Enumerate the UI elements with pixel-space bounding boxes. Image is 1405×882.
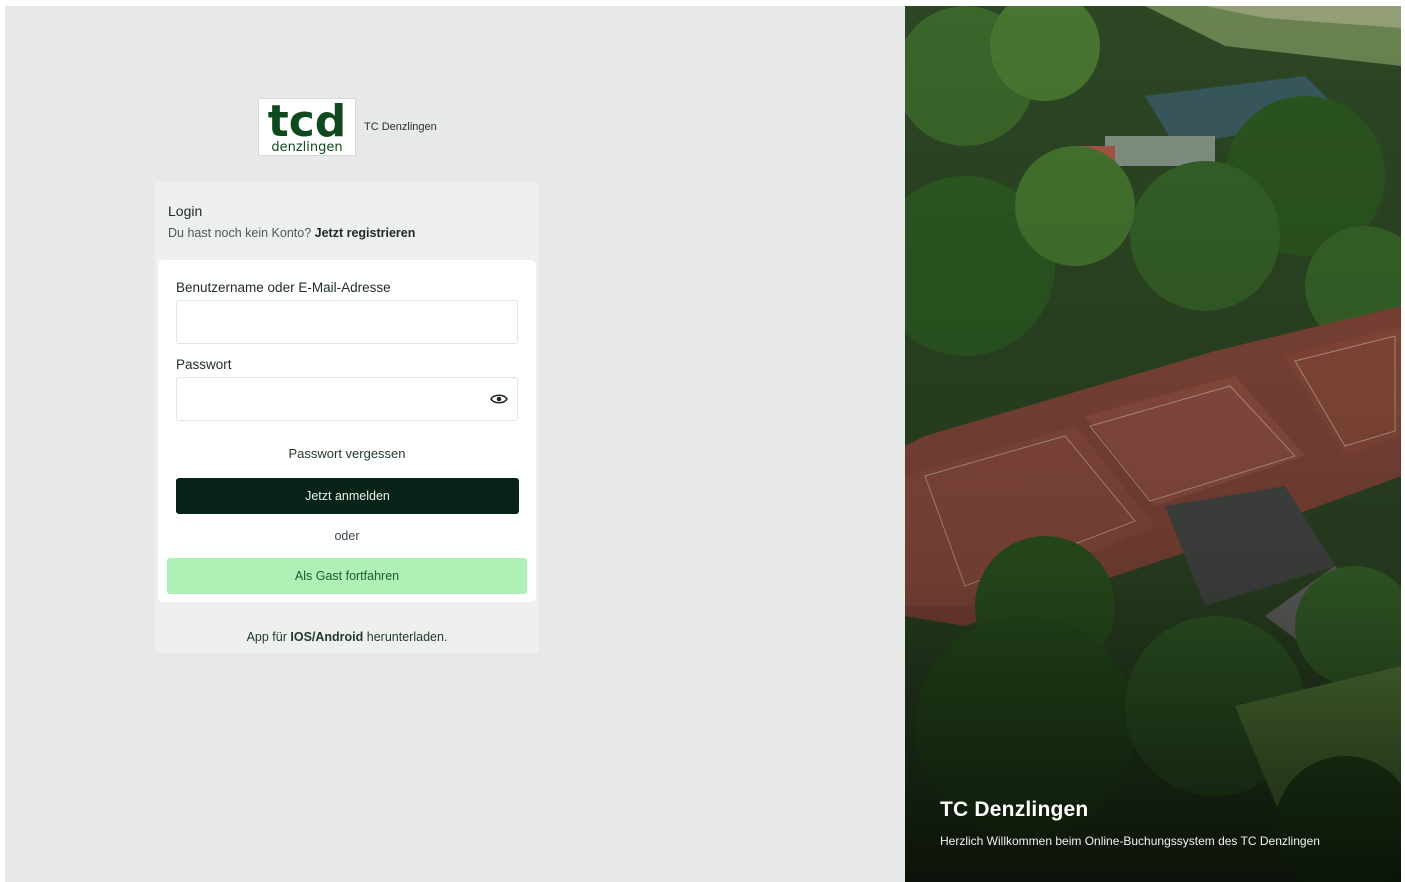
brand-header: tcd denzlingen TC Denzlingen	[258, 98, 437, 156]
register-link[interactable]: Jetzt registrieren	[315, 226, 416, 240]
divider-text: oder	[334, 529, 360, 543]
register-prompt: Du hast noch kein Konto? Jetzt registrie…	[168, 226, 415, 240]
guest-button[interactable]: Als Gast fortfahren	[167, 558, 527, 594]
login-pane: tcd denzlingen TC Denzlingen Login Du ha…	[5, 6, 905, 882]
login-form: Benutzername oder E-Mail-Adresse Passwor…	[158, 260, 536, 602]
hero-subtitle: Herzlich Willkommen beim Online-Buchungs…	[940, 834, 1320, 848]
hero-title: TC Denzlingen	[940, 798, 1089, 821]
username-input[interactable]	[176, 300, 518, 344]
login-title: Login	[168, 203, 203, 219]
login-card: Login Du hast noch kein Konto? Jetzt reg…	[155, 182, 539, 653]
club-name: TC Denzlingen	[364, 121, 437, 133]
hero-image-panel: TC Denzlingen Herzlich Willkommen beim O…	[905, 6, 1401, 882]
password-input[interactable]	[176, 377, 518, 421]
app-store-link[interactable]: IOS/Android	[290, 630, 363, 644]
app-download: App für IOS/Android herunterladen.	[155, 630, 539, 644]
app-prefix: App für	[246, 630, 287, 644]
logo-graphic: tcd denzlingen	[268, 99, 347, 155]
password-label: Passwort	[176, 357, 232, 372]
club-logo[interactable]: tcd denzlingen	[258, 98, 356, 156]
app-suffix: herunterladen.	[366, 630, 448, 644]
username-label: Benutzername oder E-Mail-Adresse	[176, 280, 391, 295]
no-account-text: Du hast noch kein Konto?	[168, 226, 312, 240]
aerial-photo	[905, 6, 1401, 882]
eye-icon[interactable]	[488, 391, 510, 407]
login-button[interactable]: Jetzt anmelden	[176, 478, 519, 514]
svg-text:denzlingen: denzlingen	[271, 140, 342, 155]
forgot-password-link[interactable]: Passwort vergessen	[158, 446, 536, 461]
